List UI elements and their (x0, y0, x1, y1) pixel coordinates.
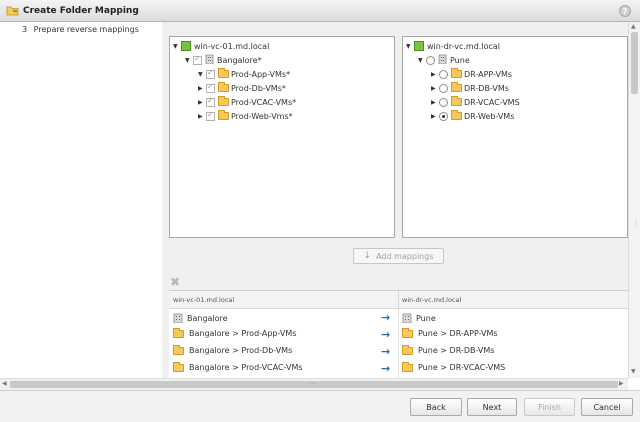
title-bar: Create Folder Mapping ? (0, 0, 640, 22)
step-item[interactable]: 3 Prepare reverse mappings (22, 25, 139, 34)
checkbox[interactable] (206, 110, 215, 121)
folder-icon (451, 110, 462, 120)
resize-grip-icon: ⋯ (309, 379, 316, 387)
table-row[interactable]: Bangalore > Prod-Db-VMs → Pune > DR-DB-V… (169, 344, 628, 361)
datacenter-icon (205, 54, 214, 66)
expand-arrow-icon[interactable]: ▼ (406, 43, 414, 50)
folder-icon (173, 327, 184, 338)
scroll-right-icon[interactable]: ▶ (619, 380, 624, 387)
datacenter-icon (173, 312, 184, 325)
dialog-footer: Back Next Finish Cancel (0, 390, 640, 422)
expand-arrow-icon[interactable]: ▶ (431, 71, 439, 78)
tree-node-target-vc[interactable]: ▼ win-dr-vc.md.local (406, 39, 500, 53)
folder-icon (218, 96, 229, 106)
radio-button-selected[interactable] (439, 111, 448, 121)
expand-arrow-icon[interactable]: ▼ (198, 71, 206, 78)
folder-icon (451, 68, 462, 78)
tree-node-source-folder[interactable]: ▶ Prod-Web-Vms* (198, 109, 293, 123)
vcenter-icon (181, 41, 191, 51)
checkbox[interactable] (206, 82, 215, 93)
tree-node-source-folder[interactable]: ▶ Prod-Db-VMs* (198, 81, 286, 95)
add-mappings-button[interactable]: ↓ Add mappings (353, 248, 444, 264)
folder-icon (173, 361, 184, 372)
mapping-table-header: win-vc-01.md.local win-dr-vc.md.local (169, 291, 628, 309)
expand-arrow-icon[interactable]: ▶ (198, 99, 206, 106)
tree-node-source-folder[interactable]: ▶ Prod-VCAC-VMs* (198, 95, 296, 109)
column-header-target[interactable]: win-dr-vc.md.local (402, 296, 461, 304)
datacenter-icon (402, 312, 413, 325)
checkbox[interactable] (206, 68, 215, 79)
wizard-content: ▼ win-vc-01.md.local ▼ Bangalore* ▼ Prod… (162, 22, 628, 379)
folder-icon (218, 68, 229, 78)
arrow-right-icon: → (381, 362, 391, 375)
folder-icon (173, 344, 184, 355)
mapping-table: win-vc-01.md.local win-dr-vc.md.local Ba… (169, 290, 628, 379)
folder-icon (402, 327, 413, 338)
scroll-thumb[interactable] (631, 32, 638, 94)
step-number: 3 (22, 25, 28, 34)
scroll-down-icon[interactable]: ▼ (631, 368, 636, 375)
checkbox[interactable] (193, 54, 202, 65)
tree-node-target-folder[interactable]: ▶ DR-APP-VMs (431, 67, 512, 81)
folder-icon (218, 82, 229, 92)
arrow-right-icon: → (381, 311, 391, 324)
horizontal-scrollbar[interactable]: ◀ ⋯ ▶ (0, 378, 628, 390)
tree-node-target-folder[interactable]: ▶ DR-VCAC-VMS (431, 95, 520, 109)
target-tree-panel: ▼ win-dr-vc.md.local ▼ Pune ▶ DR-APP-VMs… (402, 36, 628, 238)
expand-arrow-icon[interactable]: ▶ (198, 85, 206, 92)
table-row[interactable]: Bangalore → Pune (169, 310, 628, 327)
expand-arrow-icon[interactable]: ▶ (198, 113, 206, 120)
arrow-right-icon: → (381, 345, 391, 358)
folder-mapping-icon (6, 5, 19, 18)
tree-node-source-datacenter[interactable]: ▼ Bangalore* (185, 53, 262, 67)
down-arrow-icon: ↓ (363, 251, 372, 261)
arrow-right-icon: → (381, 328, 391, 341)
radio-button[interactable] (439, 97, 448, 107)
vertical-scrollbar[interactable]: ▲ ⋮ ▼ (628, 22, 640, 378)
radio-button[interactable] (439, 83, 448, 93)
folder-icon (402, 361, 413, 372)
wizard-steps: 3 Prepare reverse mappings (0, 22, 162, 378)
expand-arrow-icon[interactable]: ▼ (418, 57, 426, 64)
column-header-source[interactable]: win-vc-01.md.local (173, 296, 234, 304)
remove-mapping-icon[interactable]: ✖ (170, 275, 180, 289)
datacenter-icon (438, 54, 447, 66)
folder-icon (218, 110, 229, 120)
tree-node-target-datacenter[interactable]: ▼ Pune (418, 53, 470, 67)
step-label: Prepare reverse mappings (33, 25, 139, 34)
finish-button[interactable]: Finish (524, 398, 575, 416)
folder-icon (451, 96, 462, 106)
folder-icon (451, 82, 462, 92)
table-row[interactable]: Bangalore > Prod-VCAC-VMs → Pune > DR-VC… (169, 361, 628, 378)
help-icon[interactable]: ? (619, 5, 631, 17)
vcenter-icon (414, 41, 424, 51)
next-button[interactable]: Next (467, 398, 517, 416)
expand-arrow-icon[interactable]: ▼ (173, 43, 181, 50)
expand-arrow-icon[interactable]: ▶ (431, 85, 439, 92)
tree-node-source-folder[interactable]: ▼ Prod-App-VMs* (198, 67, 290, 81)
back-button[interactable]: Back (410, 398, 462, 416)
expand-arrow-icon[interactable]: ▶ (431, 113, 439, 120)
tree-node-source-vc[interactable]: ▼ win-vc-01.md.local (173, 39, 269, 53)
resize-grip-icon: ⋮ (633, 220, 639, 227)
source-tree-panel: ▼ win-vc-01.md.local ▼ Bangalore* ▼ Prod… (169, 36, 395, 238)
tree-node-target-folder[interactable]: ▶ DR-DB-VMs (431, 81, 509, 95)
tree-node-target-folder[interactable]: ▶ DR-Web-VMs (431, 109, 514, 123)
scroll-left-icon[interactable]: ◀ (2, 380, 7, 387)
table-row[interactable]: Bangalore > Prod-App-VMs → Pune > DR-APP… (169, 327, 628, 344)
checkbox[interactable] (206, 96, 215, 107)
dialog-title: Create Folder Mapping (23, 6, 139, 16)
cancel-button[interactable]: Cancel (581, 398, 633, 416)
expand-arrow-icon[interactable]: ▶ (431, 99, 439, 106)
radio-button[interactable] (426, 55, 435, 65)
expand-arrow-icon[interactable]: ▼ (185, 57, 193, 64)
scroll-up-icon[interactable]: ▲ (631, 23, 636, 30)
folder-icon (402, 344, 413, 355)
radio-button[interactable] (439, 69, 448, 79)
